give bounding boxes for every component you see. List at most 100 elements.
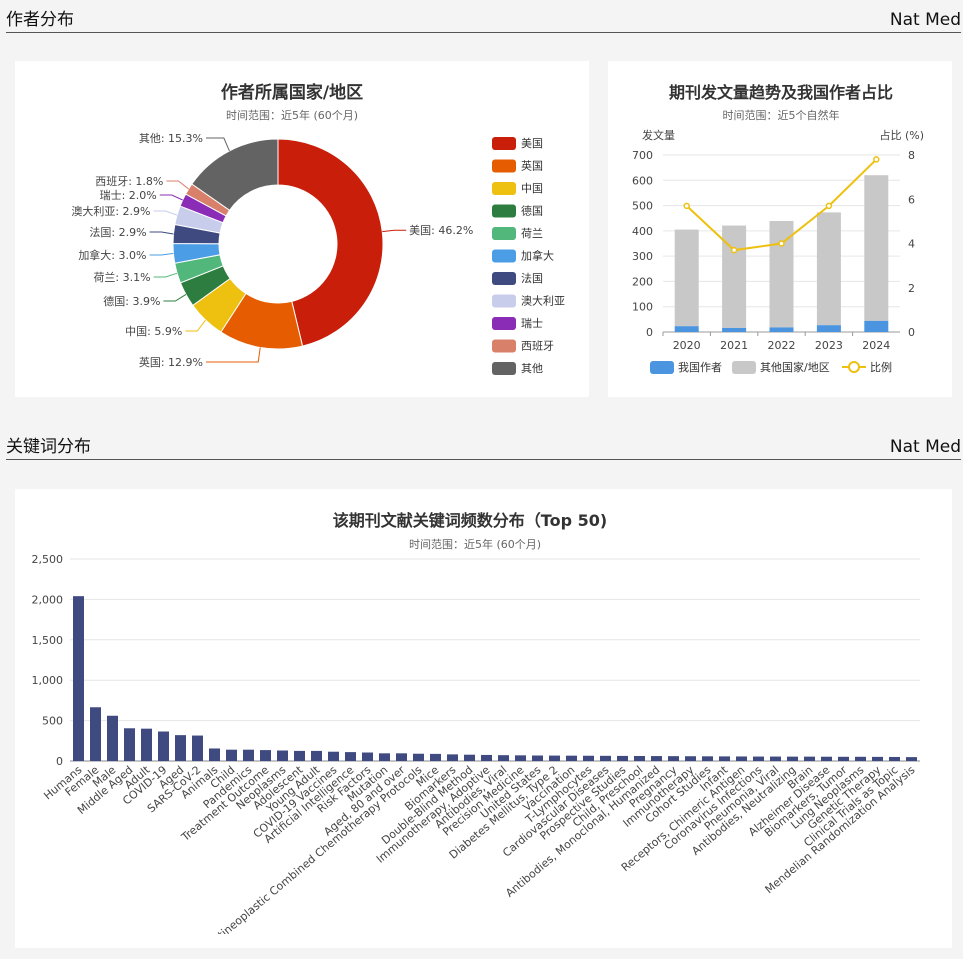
keyword-bar (872, 756, 883, 761)
legend-item[interactable]: 其他 (492, 362, 543, 375)
right-axis-label: 占比 (%) (879, 128, 924, 142)
y2-tick-label: 4 (908, 238, 915, 251)
y-tick-label: 500 (42, 715, 63, 728)
legend-item[interactable]: 其他国家/地区 (732, 360, 830, 374)
legend-item[interactable]: 比例 (842, 360, 892, 374)
legend-label: 英国 (521, 159, 543, 173)
pie-label: 瑞士: 2.0% (100, 188, 157, 202)
pie-label: 中国: 5.9% (125, 325, 182, 338)
pie-label-line (159, 194, 183, 201)
keyword-bar (736, 756, 747, 761)
legend-item[interactable]: 澳大利亚 (492, 294, 565, 308)
bar-other (816, 212, 841, 326)
legend-label: 美国 (521, 137, 543, 150)
legend-label: 中国 (521, 182, 543, 195)
pie-label-line (163, 294, 187, 302)
keyword-bar (515, 755, 526, 761)
y-tick-label: 400 (632, 225, 653, 238)
keyword-bar (464, 754, 475, 761)
keyword-bar (192, 735, 203, 761)
keyword-bar (430, 753, 441, 761)
legend-label: 加拿大 (521, 249, 554, 263)
section-title: 关键词分布 (6, 437, 91, 457)
pie-label-line (153, 272, 178, 278)
legend-item[interactable]: 西班牙 (492, 339, 554, 353)
y-tick-label: 1,500 (32, 634, 64, 647)
y-tick-label: 0 (646, 326, 653, 339)
pie-label: 加拿大: 3.0% (78, 248, 146, 262)
legend-item[interactable]: 荷兰 (492, 227, 543, 240)
legend-swatch (492, 317, 516, 330)
keyword-bar (243, 749, 254, 761)
keyword-bar (209, 748, 220, 761)
keyword-section-header: 关键词分布 Nat Med (6, 429, 961, 460)
keyword-bar (668, 756, 679, 761)
keyword-bar (90, 707, 101, 761)
legend-swatch (492, 362, 516, 375)
legend-label: 其他 (521, 362, 543, 375)
pie-label-line (185, 319, 206, 332)
y-tick-label: 700 (632, 149, 653, 162)
ratio-point (825, 202, 833, 210)
legend-item[interactable]: 美国 (492, 137, 543, 150)
y2-tick-label: 0 (908, 326, 915, 339)
legend-label: 瑞士 (521, 316, 543, 330)
keyword-bar (345, 752, 356, 761)
keyword-bar (294, 750, 305, 761)
legend-label: 荷兰 (521, 227, 543, 240)
legend-item[interactable]: 中国 (492, 182, 543, 195)
keyword-bar (328, 751, 339, 761)
legend-item[interactable]: 德国 (492, 204, 543, 218)
legend-swatch (492, 204, 516, 218)
keyword-bar (804, 756, 815, 761)
legend-swatch (732, 361, 756, 374)
y-tick-label: 300 (632, 250, 653, 263)
pie-label-line (149, 231, 174, 235)
bar-china (816, 325, 841, 332)
keyword-chart-card: 该期刊文献关键词频数分布（Top 50) 时间范围：近5年 (60个月) 0 50… (15, 489, 952, 948)
section-title: 作者分布 (6, 10, 74, 30)
x-tick-label: 2022 (768, 339, 796, 352)
keyword-bar (838, 756, 849, 761)
chart-title: 作者所属国家/地区 (221, 82, 363, 103)
keyword-bar (413, 753, 424, 761)
trend-combo-chart: 期刊发文量趋势及我国作者占比 时间范围：近5个自然年 发文量 占比 (%) 0 1… (632, 83, 924, 374)
ratio-point (873, 156, 880, 163)
y-tick-label: 1,000 (32, 674, 64, 687)
legend-swatch (492, 227, 516, 240)
legend-swatch (492, 137, 516, 150)
keyword-bar-chart: 该期刊文献关键词频数分布（Top 50) 时间范围：近5年 (60个月) 0 50… (32, 511, 920, 934)
ratio-point (683, 202, 690, 210)
keyword-bar (685, 756, 696, 761)
keyword-bar (906, 757, 917, 761)
keyword-bar (107, 715, 118, 761)
keyword-bar (770, 756, 781, 761)
bar-china (864, 320, 889, 332)
pie-label: 澳大利亚: 2.9% (71, 204, 150, 218)
legend-label: 澳大利亚 (521, 294, 565, 308)
pie-label: 法国: 2.9% (89, 225, 146, 239)
legend-item[interactable]: 加拿大 (492, 249, 554, 263)
legend-item[interactable]: 瑞士 (492, 316, 543, 330)
keyword-bar (260, 750, 271, 761)
keyword-bar (532, 755, 543, 761)
bar-china (769, 327, 794, 332)
legend-swatch (492, 339, 516, 353)
keyword-bar (481, 754, 492, 761)
pie-label-line (166, 180, 189, 190)
legend-item[interactable]: 法国 (492, 271, 543, 285)
keyword-bar (158, 731, 169, 761)
bar-china (674, 326, 699, 332)
ratio-point (778, 240, 785, 247)
chart-title: 该期刊文献关键词频数分布（Top 50) (333, 511, 607, 530)
chart-subtitle: 时间范围：近5年 (60个月) (226, 108, 358, 122)
legend-item[interactable]: 英国 (492, 159, 543, 173)
bar-china (722, 327, 747, 332)
ratio-point (730, 246, 738, 254)
y2-tick-label: 2 (908, 282, 915, 295)
legend-item[interactable]: 我国作者 (650, 361, 722, 374)
x-tick-label: 2020 (673, 339, 701, 352)
legend-label: 西班牙 (521, 340, 554, 353)
legend-label: 德国 (521, 204, 543, 218)
keyword-bar (141, 728, 152, 761)
